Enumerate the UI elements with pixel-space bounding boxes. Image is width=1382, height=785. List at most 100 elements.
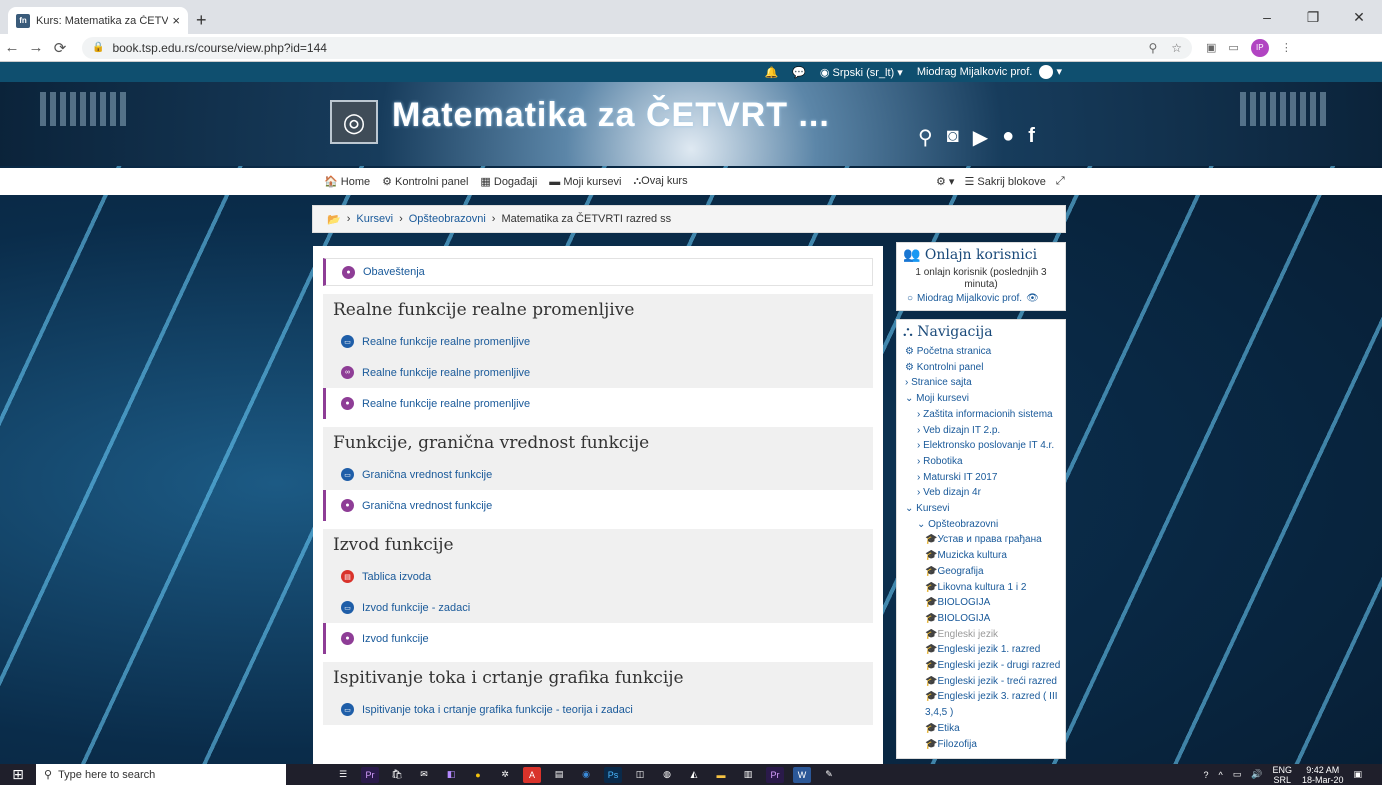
activity-link[interactable]: ● Granična vrednost funkcije [323, 490, 873, 521]
url-field[interactable]: 🔒 book.tsp.edu.rs/course/view.php?id=144… [82, 36, 1192, 59]
nav-item[interactable]: › Zaštita informacionih sistema [905, 407, 1061, 423]
visual-studio-icon[interactable]: ◧ [442, 767, 460, 783]
zoom-icon[interactable]: ⚲ [1148, 41, 1157, 55]
windows-start-icon[interactable]: ⊞ [0, 764, 36, 785]
cast-extension-icon[interactable]: ▭ [1228, 41, 1238, 54]
app-icon[interactable]: ✲ [496, 767, 514, 783]
breadcrumb-category[interactable]: Opšteobrazovni [409, 213, 486, 225]
taskbar-search[interactable]: ⚲ Type here to search [36, 764, 286, 785]
website-globe-icon[interactable]: ● [1002, 125, 1014, 150]
app-icon[interactable]: ◫ [631, 767, 649, 783]
fullscreen-icon[interactable]: ⤢ [1056, 175, 1065, 188]
nav-item[interactable]: 🎓Устав и права грађана [905, 532, 1061, 548]
profile-avatar[interactable]: IP [1250, 38, 1269, 57]
menu-events[interactable]: ▦ Događaji [480, 175, 537, 188]
activity-link[interactable]: ∞ Realne funkcije realne promenljive [323, 357, 873, 388]
clock[interactable]: 9:42 AM 18-Mar-20 [1302, 765, 1344, 785]
word-icon[interactable]: W [793, 766, 811, 783]
nav-item[interactable]: 🎓Engleski jezik [905, 627, 1061, 643]
nav-item[interactable]: 🎓Engleski jezik 3. razred ( III 3,4,5 ) [905, 689, 1061, 720]
messages-icon[interactable]: 💬 [792, 66, 806, 79]
reload-icon[interactable]: ⟳ [48, 39, 72, 57]
tab-close-icon[interactable]: × [172, 13, 180, 28]
premiere-icon[interactable]: Pr [766, 766, 784, 783]
nav-item[interactable]: 🎓BIOLOGIJA [905, 611, 1061, 627]
settings-gear-icon[interactable]: ⚙ ▾ [936, 175, 954, 188]
acrobat-icon[interactable]: A [523, 766, 541, 783]
notifications-icon[interactable]: 🔔 [764, 66, 778, 79]
photoshop-icon[interactable]: Ps [604, 766, 622, 783]
facebook-icon[interactable]: f [1028, 125, 1035, 150]
nav-item[interactable]: 🎓Filozofija [905, 737, 1061, 753]
app-icon[interactable]: ◭ [685, 767, 703, 783]
nav-item[interactable]: › Stranice sajta [905, 375, 1061, 391]
pdf-extension-icon[interactable]: ▣ [1206, 41, 1216, 54]
nav-item[interactable]: › Elektronsko poslovanje IT 4.r. [905, 438, 1061, 454]
language-menu[interactable]: ◉ Srpski (sr_lt) ▾ [820, 66, 903, 79]
mail-icon[interactable]: ✉ [415, 767, 433, 783]
nav-item[interactable]: 🎓Engleski jezik - drugi razred [905, 658, 1061, 674]
user-menu[interactable]: Miodrag Mijalkovic prof. ▾ [917, 65, 1062, 80]
site-title[interactable]: Matematika za ČETVRT ... [392, 96, 830, 135]
outlook-icon[interactable]: ◉ [577, 767, 595, 783]
activity-link[interactable]: ▭ Ispitivanje toka i crtanje grafika funk… [323, 694, 873, 725]
bookmark-star-icon[interactable]: ☆ [1171, 41, 1182, 55]
premiere-icon[interactable]: Pr [361, 766, 379, 783]
nav-item[interactable]: 🎓Etika [905, 721, 1061, 737]
menu-home[interactable]: 🏠 Home [324, 175, 370, 188]
browser-menu-icon[interactable]: ⋮ [1281, 41, 1292, 54]
chrome-icon[interactable]: ● [469, 767, 487, 783]
nav-item[interactable]: 🎓Likovna kultura 1 i 2 [905, 580, 1061, 596]
nav-item[interactable]: › Veb dizajn IT 2.p. [905, 423, 1061, 439]
nav-item[interactable]: ⚙ Kontrolni panel [905, 360, 1061, 376]
search-icon[interactable]: ⚲ [918, 125, 933, 150]
hide-blocks-button[interactable]: ☰ Sakrij blokove [964, 175, 1045, 188]
nav-item[interactable]: 🎓Engleski jezik - treći razred [905, 674, 1061, 690]
paint-icon[interactable]: ✎ [820, 767, 838, 783]
task-view-icon[interactable]: ☰ [334, 767, 352, 783]
breadcrumb-courses[interactable]: Kursevi [356, 213, 393, 225]
help-icon[interactable]: ? [1203, 770, 1208, 780]
nav-item[interactable]: 🎓Muzicka kultura [905, 548, 1061, 564]
eye-icon[interactable]: 👁 [1026, 293, 1039, 304]
menu-my-courses[interactable]: ▬ Moji kursevi [549, 176, 621, 188]
activity-link[interactable]: ▭ Izvod funkcije - zadaci [323, 592, 873, 623]
nav-item[interactable]: 🎓BIOLOGIJA [905, 595, 1061, 611]
nav-item[interactable]: ⌄ Kursevi [905, 501, 1061, 517]
nav-item[interactable]: 🎓Geografija [905, 564, 1061, 580]
tray-expand-icon[interactable]: ^ [1218, 770, 1222, 780]
nav-item[interactable]: ⌄ Opšteobrazovni [905, 517, 1061, 533]
minimize-icon[interactable]: – [1244, 0, 1290, 34]
store-icon[interactable]: 🛍 [388, 767, 406, 783]
language-indicator[interactable]: ENG SRL [1272, 765, 1292, 785]
nav-item[interactable]: ⌄ Moji kursevi [905, 391, 1061, 407]
new-tab-button[interactable]: + [196, 10, 207, 31]
app-icon[interactable]: ◍ [658, 767, 676, 783]
activity-link[interactable]: ● Izvod funkcije [323, 623, 873, 654]
back-icon[interactable]: ← [0, 39, 24, 56]
restore-icon[interactable]: ❐ [1290, 0, 1336, 34]
nav-item[interactable]: › Maturski IT 2017 [905, 470, 1061, 486]
close-window-icon[interactable]: ✕ [1336, 0, 1382, 34]
youtube-icon[interactable]: ▶ [973, 125, 988, 150]
forward-icon[interactable]: → [24, 39, 48, 56]
browser-tab[interactable]: fn Kurs: Matematika za ČETVRTI raz × [8, 7, 188, 34]
online-user-link[interactable]: ○ Miodrag Mijalkovic prof. 👁 [897, 291, 1065, 310]
menu-this-course[interactable]: ⛬Ovaj kurs [633, 175, 687, 188]
nav-item[interactable]: 🎓Engleski jezik 1. razred [905, 642, 1061, 658]
activity-link[interactable]: ▭ Realne funkcije realne promenljive [323, 326, 873, 357]
nav-item[interactable]: › Robotika [905, 454, 1061, 470]
announcements-activity[interactable]: ● Obaveštenja [323, 258, 873, 286]
notepad-icon[interactable]: ▤ [550, 767, 568, 783]
nav-item[interactable]: ⚙ Početna stranica [905, 344, 1061, 360]
volume-icon[interactable]: 🔊 [1251, 769, 1262, 780]
instagram-icon[interactable]: ◙ [947, 125, 959, 150]
file-explorer-icon[interactable]: ▬ [712, 767, 730, 783]
site-logo-icon[interactable]: ◎ [330, 100, 378, 144]
app-icon[interactable]: ▥ [739, 767, 757, 783]
notifications-icon[interactable]: ▣ [1353, 769, 1362, 780]
nav-item[interactable]: › Veb dizajn 4r [905, 485, 1061, 501]
activity-link[interactable]: ▤ Tablica izvoda [323, 561, 873, 592]
network-icon[interactable]: ▭ [1233, 769, 1242, 780]
menu-dashboard[interactable]: ⚙ Kontrolni panel [382, 175, 468, 188]
